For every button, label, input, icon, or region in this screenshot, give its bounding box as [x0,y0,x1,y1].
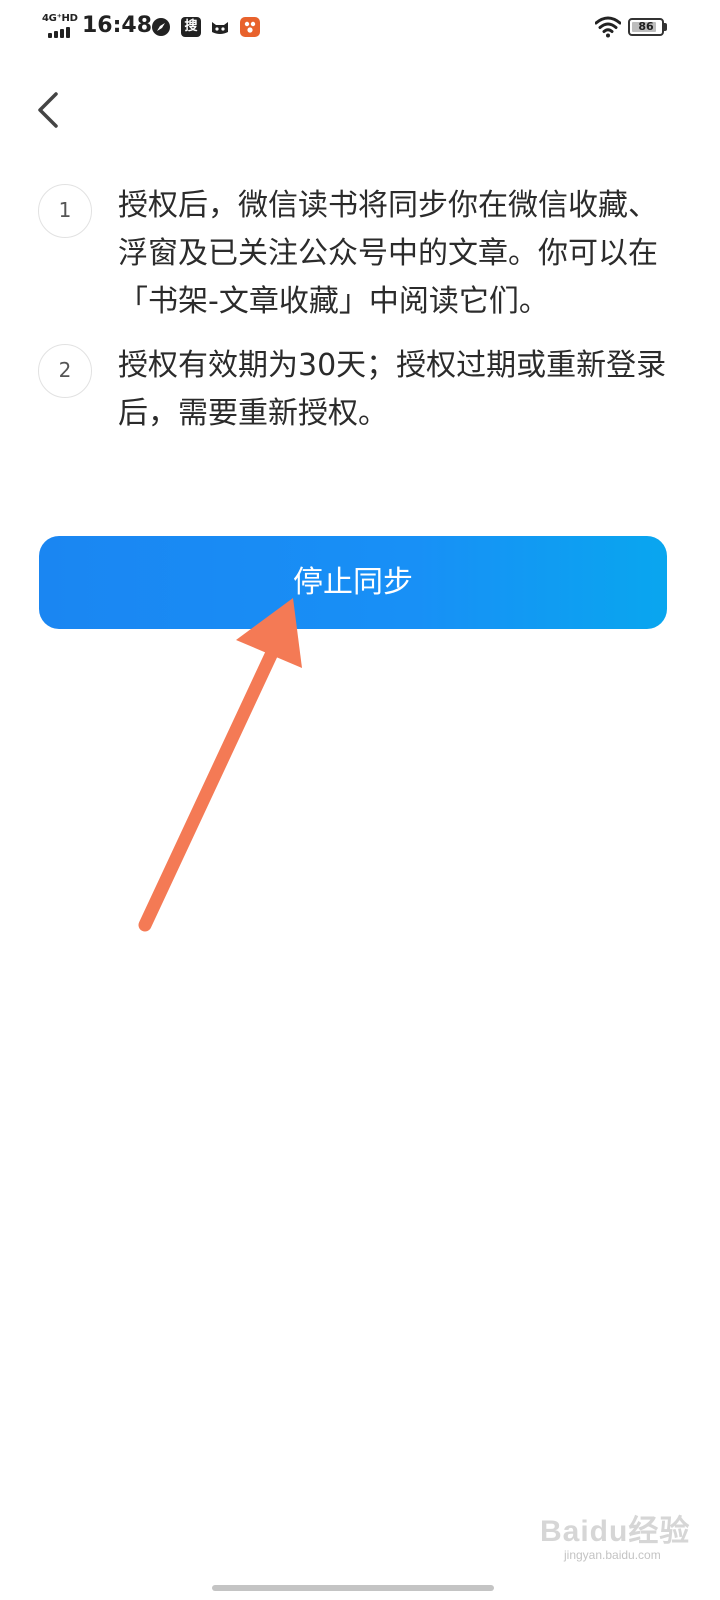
status-bar: 4G⁺HD 16:48 搜 86 [0,0,720,54]
battery-level: 86 [638,20,654,33]
step-description: 授权后，微信读书将同步你在微信收藏、浮窗及已关注公众号中的文章。你可以在「书架-… [118,188,658,319]
status-time: 16:48 [82,13,153,38]
watermark-logo-text: Baidu经验 [540,1515,691,1548]
wifi-icon [595,16,621,38]
app-icon [240,17,260,37]
battery-terminal [664,23,667,31]
baidu-jingyan-watermark: Baidu经验 jingyan.baidu.com [540,1502,700,1572]
back-button[interactable] [26,82,74,138]
cellular-signal-icon: 4G⁺HD [42,13,78,38]
step-number-badge: 1 [38,184,92,238]
search-app-icon: 搜 [181,17,201,37]
chevron-left-icon [38,92,58,128]
compass-icon [152,18,170,36]
cat-icon [212,22,228,34]
battery-icon: 86 [628,18,664,36]
watermark-url: jingyan.baidu.com [564,1548,661,1562]
network-type-label: 4G⁺HD [42,13,78,24]
stop-sync-button[interactable]: 停止同步 [39,536,667,629]
annotation-arrow [138,598,302,932]
step-number-badge: 2 [38,344,92,398]
home-indicator[interactable] [212,1585,494,1591]
step-description: 授权有效期为30天；授权过期或重新登录后，需要重新授权。 [118,348,667,431]
